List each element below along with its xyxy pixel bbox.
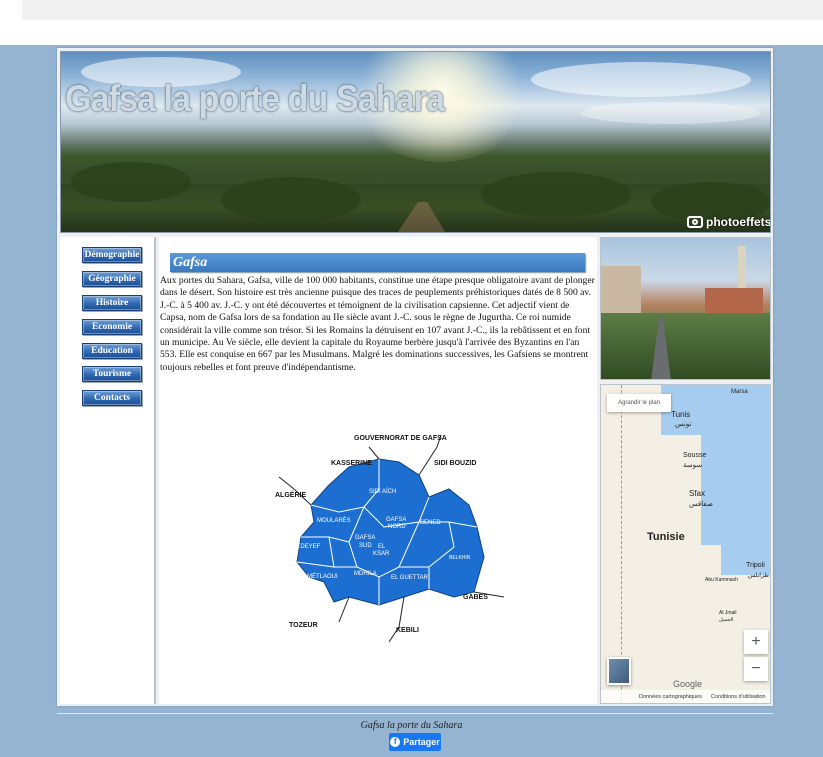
cloud bbox=[531, 62, 751, 97]
label-belkhir: BELKHIR bbox=[449, 555, 471, 561]
map-label-tripoli-ar: طرابلس bbox=[748, 573, 770, 579]
facebook-icon: f bbox=[390, 737, 401, 747]
label-el-ksar-1: EL bbox=[378, 544, 386, 550]
label-kasserine: KASSERINE bbox=[331, 460, 372, 467]
dirt-path bbox=[391, 202, 451, 232]
footer-text: Gafsa la porte du Sahara bbox=[360, 720, 463, 731]
sidebar: Démographie Géographie Histoire Economie… bbox=[60, 237, 156, 704]
section-title: Gafsa bbox=[170, 253, 585, 272]
nav-button-geographie[interactable]: Géographie bbox=[82, 271, 142, 287]
building bbox=[601, 266, 641, 316]
label-mdhila: MDHILA bbox=[354, 571, 377, 577]
label-sened: SENED bbox=[420, 520, 441, 526]
label-algerie: ALGÉRIE bbox=[275, 490, 306, 499]
site-title: Gafsa la porte du Sahara bbox=[65, 78, 445, 119]
label-moulares: MOULARÈS bbox=[317, 517, 351, 524]
cloud bbox=[581, 102, 761, 124]
label-sidi-aich: SIDI AÏCH bbox=[369, 488, 396, 495]
map-terms-link[interactable]: Conditions d'utilisation bbox=[711, 690, 766, 703]
map-label-tunis: Tunis bbox=[671, 410, 691, 419]
label-kebili: KEBILI bbox=[396, 627, 419, 634]
trees bbox=[601, 313, 770, 379]
gafsa-governorate-map: GOUVERNORAT DE GAFSA KASSERINE SIDI BOUZ… bbox=[275, 434, 505, 643]
label-tozeur: TOZEUR bbox=[289, 622, 318, 629]
governorate-shape bbox=[296, 458, 485, 606]
shrub bbox=[221, 177, 361, 222]
nav-button-histoire[interactable]: Histoire bbox=[82, 295, 142, 311]
header-banner: Gafsa la porte du Sahara photoeffets bbox=[60, 51, 771, 233]
zoom-out-button[interactable]: − bbox=[744, 657, 768, 681]
facebook-share-button[interactable]: f Partager bbox=[389, 733, 441, 751]
map-label-abu: Abu Kammash bbox=[705, 577, 738, 583]
map-label-marsa: Marsa bbox=[731, 389, 748, 395]
map-label-tunisie: Tunisie bbox=[647, 531, 685, 543]
photoeffets-watermark: photoeffets bbox=[687, 212, 771, 232]
watermark-text: photoeffets bbox=[706, 215, 771, 229]
zoom-in-button[interactable]: + bbox=[744, 630, 768, 654]
gafsa-street-photo bbox=[600, 237, 771, 380]
map-label-tripoli: Tripoli bbox=[746, 562, 765, 569]
label-el-guettar: EL GUETTAR bbox=[391, 575, 429, 581]
map-label-sfax: Sfax bbox=[689, 489, 706, 498]
map-label-sousse: Sousse bbox=[683, 452, 707, 459]
label-sidi-bouzid: SIDI BOUZID bbox=[434, 460, 476, 467]
map-data-link[interactable]: Données cartographiques bbox=[639, 690, 702, 703]
label-gafsa-sud-1: GAFSA bbox=[355, 535, 375, 541]
google-map[interactable]: Agrandir le plan Marsa Tunis تونس Sousse… bbox=[600, 384, 771, 704]
map-label-al-jmail-ar: الجميل bbox=[719, 617, 734, 623]
label-gafsa-nord-2: NORD bbox=[388, 524, 406, 530]
map-footer: Données cartographiques Conditions d'uti… bbox=[601, 690, 770, 703]
map-label-tunis-ar: تونس bbox=[675, 421, 692, 428]
shrub bbox=[71, 162, 191, 202]
nav-button-economie[interactable]: Economie bbox=[82, 319, 142, 335]
label-gafsa-sud-2: SUD bbox=[359, 543, 372, 549]
camera-icon bbox=[687, 216, 703, 228]
share-label: Partager bbox=[403, 737, 440, 747]
nav-button-contacts[interactable]: Contacts bbox=[82, 390, 142, 406]
enlarge-map-button[interactable]: Agrandir le plan bbox=[607, 394, 671, 412]
shrub bbox=[481, 172, 631, 217]
label-gafsa-nord-1: GAFSA bbox=[386, 517, 406, 523]
footer-divider bbox=[57, 713, 773, 714]
nav-button-education[interactable]: Education bbox=[82, 343, 142, 359]
google-logo: Google bbox=[673, 679, 703, 689]
label-el-ksar-2: KSAR bbox=[373, 551, 390, 557]
map-type-thumbnail[interactable] bbox=[607, 657, 631, 685]
nav-button-demographie[interactable]: Démographie bbox=[82, 247, 142, 263]
label-redeyef: REDEYEF bbox=[292, 544, 321, 550]
map-title: GOUVERNORAT DE GAFSA bbox=[354, 435, 447, 442]
map-label-al-jmail: Al Jmail bbox=[719, 610, 737, 616]
label-gabes: GABES bbox=[463, 594, 488, 601]
label-metlaoui: MÉTLAOUI bbox=[307, 573, 338, 580]
main-content: Gafsa Aux portes du Sahara, Gafsa, ville… bbox=[159, 237, 597, 704]
sea bbox=[721, 545, 770, 575]
map-label-sfax-ar: صفاقس bbox=[689, 501, 713, 508]
map-label-sousse-ar: سوسة bbox=[683, 462, 703, 469]
top-strip bbox=[22, 0, 823, 20]
sea bbox=[701, 435, 770, 545]
nav-button-tourisme[interactable]: Tourisme bbox=[82, 366, 142, 382]
section-paragraph: Aux portes du Sahara, Gafsa, ville de 10… bbox=[160, 275, 595, 373]
